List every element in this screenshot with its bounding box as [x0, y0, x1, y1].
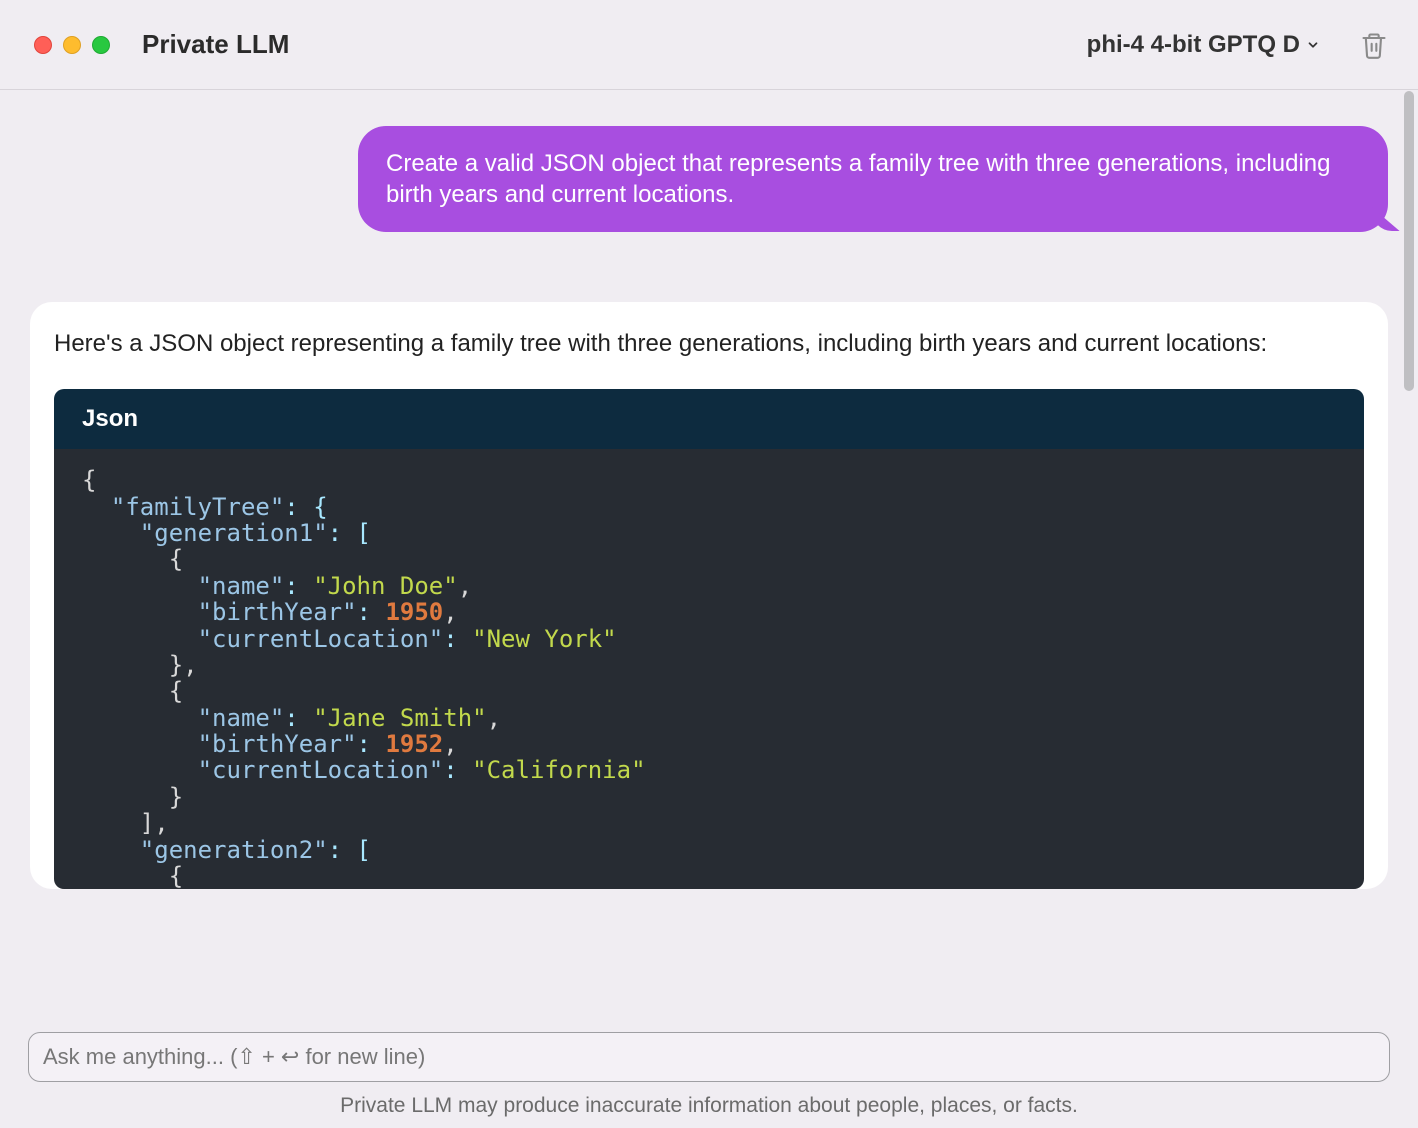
code-token: {	[169, 677, 183, 705]
code-token: ,	[458, 572, 472, 600]
code-token: :	[443, 625, 472, 653]
app-title: Private LLM	[142, 29, 289, 60]
code-token: },	[169, 651, 198, 679]
code-token: "New York"	[472, 625, 617, 653]
code-token: "birthYear"	[198, 598, 357, 626]
code-token: "name"	[198, 572, 285, 600]
user-message-bubble: Create a valid JSON object that represen…	[358, 126, 1388, 232]
message-input-placeholder: Ask me anything... (⇧ + ↩ for new line)	[43, 1044, 425, 1070]
code-token: }	[169, 783, 183, 811]
code-token: 1950	[385, 598, 443, 626]
chat-area[interactable]: Create a valid JSON object that represen…	[0, 90, 1418, 1022]
window-close-button[interactable]	[34, 36, 52, 54]
model-name: phi-4 4-bit GPTQ D	[1087, 31, 1300, 59]
traffic-lights	[34, 36, 110, 54]
code-token: : [	[328, 519, 371, 547]
code-token: "California"	[472, 756, 645, 784]
input-area: Ask me anything... (⇧ + ↩ for new line)	[0, 1022, 1418, 1088]
code-token: "generation1"	[140, 519, 328, 547]
titlebar: Private LLM phi-4 4-bit GPTQ D	[0, 0, 1418, 90]
code-token: : [	[328, 836, 371, 864]
code-token: :	[357, 598, 386, 626]
code-token: ,	[443, 730, 457, 758]
assistant-intro-text: Here's a JSON object representing a fami…	[54, 328, 1364, 360]
code-token: :	[443, 756, 472, 784]
user-message-text: Create a valid JSON object that represen…	[386, 150, 1330, 208]
window-minimize-button[interactable]	[63, 36, 81, 54]
trash-icon[interactable]	[1360, 30, 1388, 60]
code-token: ,	[487, 704, 501, 732]
code-token: : {	[284, 493, 327, 521]
code-token: {	[169, 862, 183, 889]
chevron-down-icon	[1306, 38, 1320, 52]
code-block: Json { "familyTree": { "generation1": [ …	[54, 389, 1364, 890]
assistant-message-bubble: Here's a JSON object representing a fami…	[30, 302, 1388, 889]
code-token: {	[169, 545, 183, 573]
code-token: "currentLocation"	[198, 756, 444, 784]
code-token: "Jane Smith"	[313, 704, 486, 732]
scrollbar[interactable]	[1404, 91, 1414, 391]
window-zoom-button[interactable]	[92, 36, 110, 54]
code-language-label: Json	[54, 389, 1364, 449]
code-token: "name"	[198, 704, 285, 732]
code-token: "John Doe"	[313, 572, 458, 600]
code-token: :	[284, 572, 313, 600]
disclaimer-text: Private LLM may produce inaccurate infor…	[0, 1088, 1418, 1128]
code-token: :	[284, 704, 313, 732]
code-token: {	[82, 466, 96, 494]
code-token: "currentLocation"	[198, 625, 444, 653]
code-token: :	[357, 730, 386, 758]
code-token: ,	[443, 598, 457, 626]
code-token: ],	[140, 809, 169, 837]
model-selector[interactable]: phi-4 4-bit GPTQ D	[1087, 31, 1320, 59]
code-token: "generation2"	[140, 836, 328, 864]
code-body[interactable]: { "familyTree": { "generation1": [ { "na…	[54, 449, 1364, 889]
user-message-row: Create a valid JSON object that represen…	[30, 126, 1388, 232]
code-token: 1952	[385, 730, 443, 758]
code-token: "birthYear"	[198, 730, 357, 758]
code-token: "familyTree"	[111, 493, 284, 521]
message-input[interactable]: Ask me anything... (⇧ + ↩ for new line)	[28, 1032, 1390, 1082]
